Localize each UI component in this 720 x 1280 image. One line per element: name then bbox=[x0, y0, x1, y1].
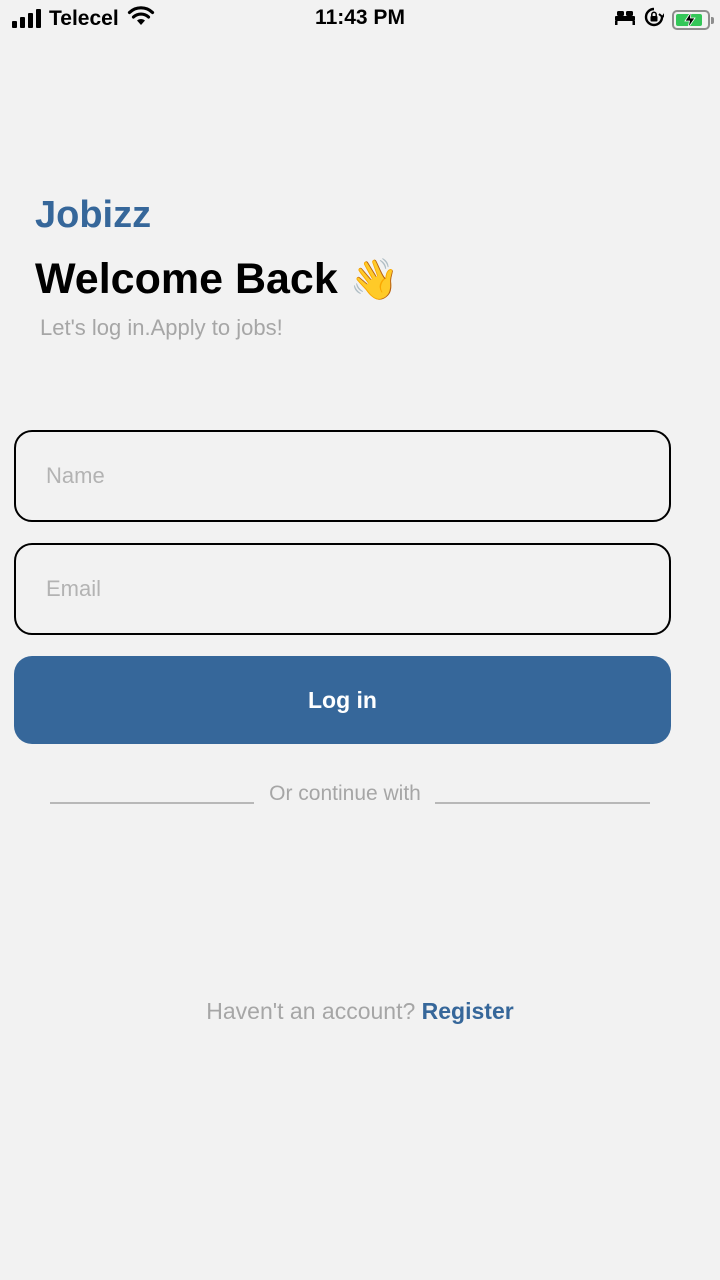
email-input[interactable] bbox=[16, 545, 669, 633]
waving-hand-icon: 👋 bbox=[349, 257, 400, 302]
social-divider: Or continue with bbox=[50, 780, 650, 808]
page-title: Welcome Back 👋 bbox=[35, 255, 400, 304]
brand-logo-text: Jobizz bbox=[35, 194, 152, 236]
page-subtitle: Let's log in.Apply to jobs! bbox=[40, 315, 283, 340]
divider-line-right bbox=[435, 802, 650, 804]
rotation-lock-icon bbox=[644, 7, 666, 32]
name-input[interactable] bbox=[16, 432, 669, 520]
status-bar: Telecel 11:43 PM bbox=[0, 0, 720, 36]
battery-icon bbox=[672, 9, 714, 30]
bed-icon bbox=[614, 9, 636, 30]
title-text: Welcome Back bbox=[35, 255, 338, 303]
register-link[interactable]: Register bbox=[422, 998, 514, 1024]
name-field[interactable] bbox=[14, 430, 671, 522]
email-field[interactable] bbox=[14, 543, 671, 635]
status-right bbox=[614, 7, 714, 32]
status-time: 11:43 PM bbox=[315, 6, 405, 29]
register-question: Haven't an account? bbox=[206, 998, 416, 1024]
login-button[interactable]: Log in bbox=[14, 656, 671, 744]
login-screen: Telecel 11:43 PM Jobizz Welcome Back 👋 L… bbox=[0, 0, 720, 1280]
register-prompt: Haven't an account? Register bbox=[0, 998, 720, 1025]
